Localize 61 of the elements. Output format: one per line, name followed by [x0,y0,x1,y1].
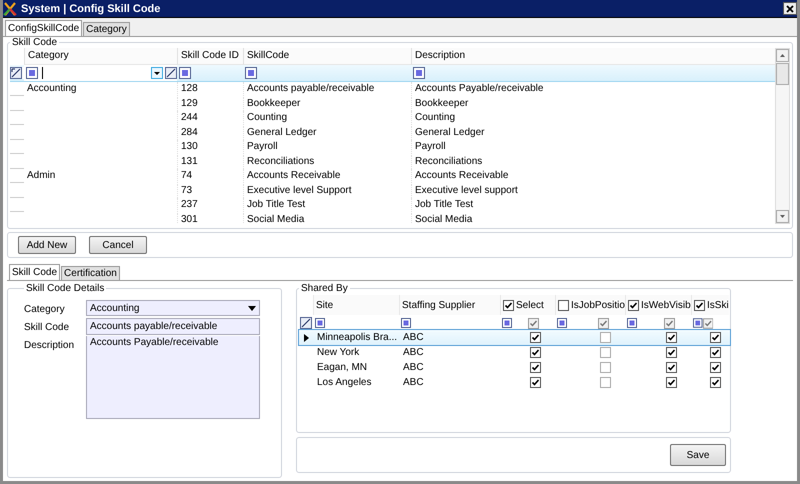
table-cell: 128 [177,82,243,96]
tab[interactable]: ConfigSkillCode [5,20,82,36]
column-header[interactable]: Description [411,48,775,65]
table-row[interactable]: New York ABC [299,345,730,360]
action-button[interactable]: Cancel [89,236,147,254]
table-cell: Payroll [243,140,411,154]
table-cell: Social Media [243,212,411,224]
table-cell: Reconciliations [243,154,411,169]
field-label: Description [24,339,76,353]
table-cell-text: Minneapolis Bra... [316,332,398,343]
group-title: Shared By [300,283,349,294]
field-label: Skill Code [24,321,70,335]
column-header[interactable]: Staffing Supplier [399,295,500,315]
table-cell: 237 [177,198,243,212]
input-field[interactable]: Accounts payable/receivable [86,318,260,335]
text-area[interactable]: Accounts Payable/receivable [86,336,260,419]
tab[interactable]: Certification [61,266,120,280]
table-row[interactable]: Eagan, MN ABC [299,360,730,375]
table-cell: 131 [177,154,243,169]
tab[interactable]: Skill Code [9,264,60,280]
table-row[interactable]: Los Angeles ABC [299,375,730,390]
column-header[interactable]: IsJobPositio [555,295,625,315]
group-title: Skill Code [11,37,58,48]
column-header[interactable]: IsSki [691,295,729,315]
table-cell-text: Eagan, MN [316,362,368,373]
column-header[interactable]: Site [313,295,399,315]
table-cell-text: ABC [402,377,425,388]
column-header[interactable]: Skill Code ID [177,48,243,65]
table-cell-text: Los Angeles [316,377,372,388]
table-cell: 130 [177,140,243,154]
table-cell: Job Title Test [243,198,411,212]
table-cell: 244 [177,111,243,126]
table-cell: 74 [177,169,243,184]
save-button[interactable]: Save [670,444,726,466]
table-cell: Accounts payable/receivable [243,82,411,96]
table-cell: Accounts Receivable [243,169,411,184]
table-cell: Executive level Support [243,184,411,198]
column-header[interactable]: Select [500,295,555,315]
table-cell: Bookkeeper [243,96,411,111]
table-row[interactable]: Minneapolis Bra... ABC [299,330,730,345]
table-cell: 301 [177,212,243,224]
column-header[interactable]: IsWebVisibl [625,295,691,315]
table-cell-text: ABC [402,347,425,358]
table-cell-text: Accounting [26,82,78,96]
field-label: Category [24,303,66,317]
table-cell-text: New York [316,347,360,358]
column-header[interactable]: SkillCode [243,48,411,65]
dropdown-field[interactable]: Accounting [86,300,260,316]
table-cell: Counting [243,111,411,126]
table-cell: 284 [177,126,243,140]
table-cell-text: Admin [26,169,56,184]
window-title: System | Config Skill Code [21,2,162,14]
group-title: Skill Code Details [25,283,106,294]
action-button[interactable]: Add New [18,236,76,254]
table-cell: 73 [177,184,243,198]
tab[interactable]: Category [83,22,130,36]
table-cell-text: ABC [402,362,425,373]
table-cell-text: ABC [402,332,425,343]
column-header[interactable]: Category [24,48,177,65]
table-cell: 129 [177,96,243,111]
table-cell: General Ledger [243,126,411,140]
